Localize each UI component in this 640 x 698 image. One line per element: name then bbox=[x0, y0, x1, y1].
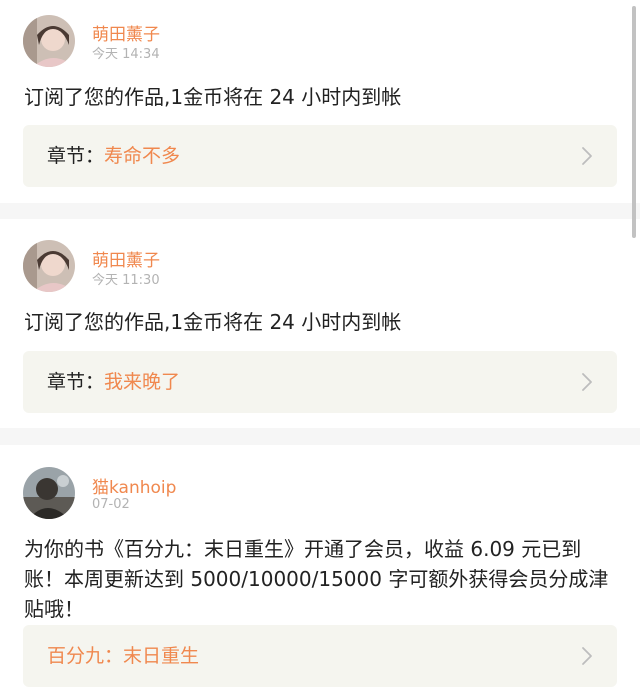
avatar[interactable] bbox=[23, 15, 75, 67]
avatar[interactable] bbox=[23, 467, 75, 519]
book-link[interactable]: 百分九：末日重生 bbox=[23, 625, 617, 687]
chapter-link[interactable]: 章节：寿命不多 bbox=[23, 125, 617, 187]
chapter-link[interactable]: 章节：我来晚了 bbox=[23, 351, 617, 413]
notification-card: 猫kanhoip 07-02 为你的书《百分九：末日重生》开通了会员，收益 6.… bbox=[0, 445, 640, 698]
scrollbar[interactable] bbox=[632, 6, 636, 238]
avatar[interactable] bbox=[23, 240, 75, 292]
notification-card: 萌田薰子 今天 14:34 订阅了您的作品,1金币将在 24 小时内到帐 章节：… bbox=[0, 0, 640, 203]
timestamp: 今天 11:30 bbox=[92, 273, 160, 288]
notification-card: 萌田薰子 今天 11:30 订阅了您的作品,1金币将在 24 小时内到帐 章节：… bbox=[0, 219, 640, 428]
chevron-right-icon bbox=[582, 147, 592, 165]
username[interactable]: 猫kanhoip bbox=[92, 473, 176, 498]
book-label: 百分九：末日重生 bbox=[47, 625, 199, 687]
notification-message: 为你的书《百分九：末日重生》开通了会员，收益 6.09 元已到账！本周更新达到 … bbox=[24, 537, 609, 621]
notification-message: 订阅了您的作品,1金币将在 24 小时内到帐 bbox=[24, 310, 402, 334]
chapter-title: 我来晚了 bbox=[104, 371, 181, 393]
chevron-right-icon bbox=[582, 373, 592, 391]
timestamp: 07-02 bbox=[92, 497, 130, 512]
chapter-prefix: 章节： bbox=[47, 371, 105, 393]
book-title: 百分九：末日重生 bbox=[47, 645, 200, 667]
chapter-label: 章节：我来晚了 bbox=[47, 351, 180, 413]
chevron-right-icon bbox=[582, 647, 592, 665]
notification-message: 订阅了您的作品,1金币将在 24 小时内到帐 bbox=[24, 85, 402, 109]
username[interactable]: 萌田薰子 bbox=[92, 20, 160, 45]
chapter-prefix: 章节： bbox=[47, 145, 105, 167]
chapter-label: 章节：寿命不多 bbox=[47, 125, 180, 187]
timestamp: 今天 14:34 bbox=[92, 47, 160, 62]
username[interactable]: 萌田薰子 bbox=[92, 246, 160, 271]
chapter-title: 寿命不多 bbox=[104, 145, 181, 167]
